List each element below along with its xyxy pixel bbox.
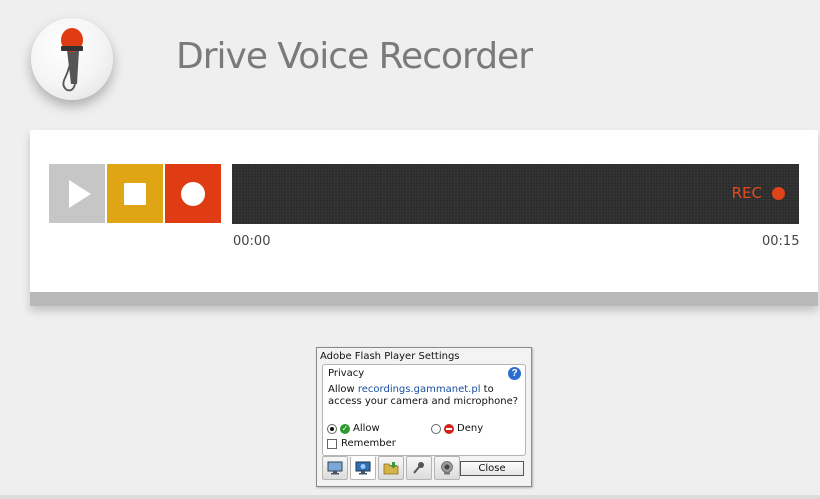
- check-icon: ✓: [340, 423, 350, 434]
- time-start: 00:00: [233, 234, 271, 249]
- deny-label: Deny: [457, 423, 484, 434]
- allow-radio[interactable]: [327, 423, 337, 434]
- webcam-icon: [441, 461, 453, 475]
- privacy-panel: Privacy ? Allow recordings.gammanet.pl t…: [322, 364, 526, 456]
- privacy-text-prefix: Allow: [328, 384, 358, 395]
- settings-tabs: [322, 456, 460, 480]
- remember-checkbox[interactable]: [327, 438, 337, 449]
- tab-display[interactable]: [322, 456, 348, 480]
- monitor-icon: [327, 461, 343, 475]
- domain-link[interactable]: recordings.gammanet.pl: [358, 384, 481, 395]
- app-title: Drive Voice Recorder: [176, 36, 533, 77]
- play-icon: [69, 179, 91, 208]
- app-logo: [31, 18, 113, 100]
- recorder-panel: REC 00:00 00:15: [30, 130, 818, 306]
- record-button[interactable]: [165, 164, 221, 223]
- dialog-title: Adobe Flash Player Settings: [320, 351, 460, 362]
- help-icon[interactable]: ?: [508, 367, 521, 380]
- remember-option[interactable]: Remember: [327, 438, 396, 449]
- folder-icon: [383, 462, 399, 475]
- tab-camera[interactable]: [434, 456, 460, 480]
- remember-label: Remember: [341, 438, 396, 449]
- record-icon: [181, 181, 205, 206]
- tab-microphone[interactable]: [406, 456, 432, 480]
- time-end: 00:15: [762, 234, 800, 249]
- flash-settings-dialog: Adobe Flash Player Settings Privacy ? Al…: [316, 347, 532, 487]
- rec-status: REC: [732, 184, 785, 202]
- close-button[interactable]: Close: [460, 461, 524, 476]
- recording-timeline: REC: [232, 164, 799, 224]
- privacy-message: Allow recordings.gammanet.pl to access y…: [328, 384, 522, 408]
- block-icon: [444, 423, 454, 434]
- divider: [0, 495, 820, 499]
- rec-label: REC: [731, 184, 762, 202]
- microphone-icon: [413, 462, 424, 474]
- privacy-monitor-icon: [355, 461, 371, 475]
- deny-radio[interactable]: [431, 423, 441, 434]
- rec-dot-icon: [772, 186, 785, 200]
- allow-label: Allow: [353, 423, 380, 434]
- tab-storage[interactable]: [378, 456, 404, 480]
- deny-option[interactable]: Deny: [431, 423, 483, 434]
- allow-option[interactable]: ✓ Allow: [327, 423, 380, 434]
- privacy-title: Privacy: [328, 368, 365, 379]
- tab-privacy[interactable]: [350, 456, 376, 480]
- stop-button[interactable]: [107, 164, 163, 223]
- microphone-icon: [61, 28, 83, 92]
- play-button[interactable]: [49, 164, 105, 223]
- stop-icon: [124, 182, 146, 205]
